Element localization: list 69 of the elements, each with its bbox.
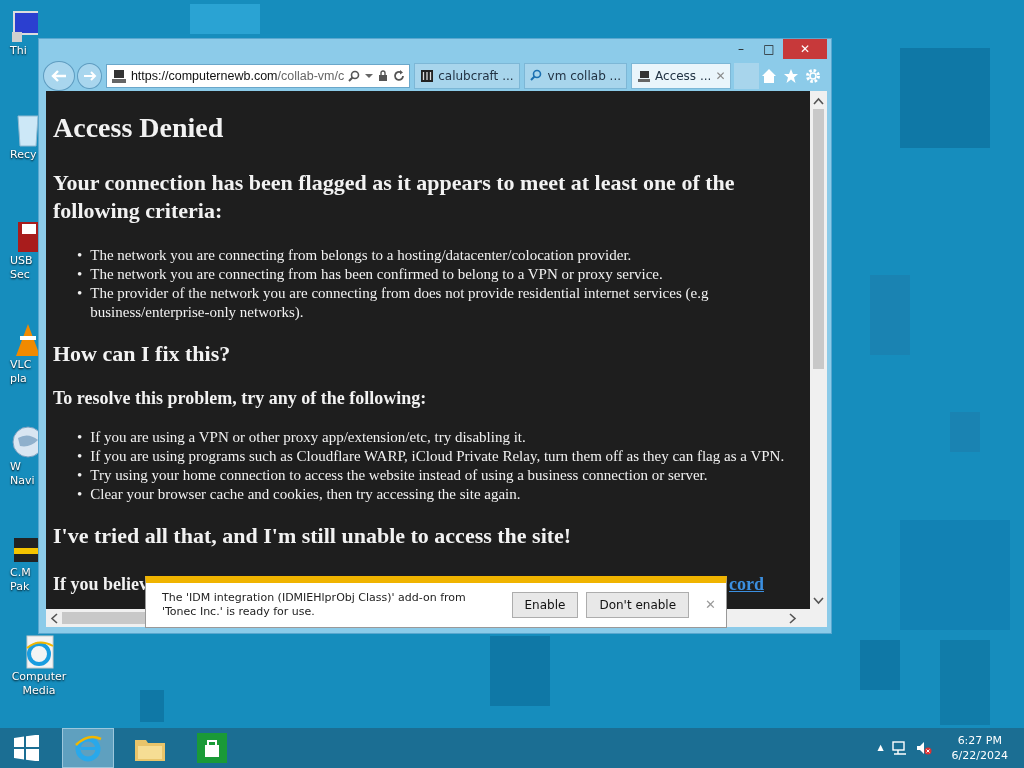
computer-icon[interactable]: [10, 8, 38, 44]
search-icon: [529, 69, 544, 83]
browser-tab[interactable]: vm collab ...: [523, 63, 628, 89]
minimize-button[interactable]: –: [727, 39, 755, 59]
caret-icon[interactable]: [365, 73, 374, 79]
list-item-text: If you are using a VPN or other proxy app/extension/etc, try disabling it.: [90, 427, 526, 447]
store-icon: [197, 733, 227, 763]
clock[interactable]: 6:27 PM 6/22/2024: [951, 733, 1008, 763]
icon-label[interactable]: Navi: [10, 474, 35, 488]
forward-arrow-icon: [82, 70, 97, 82]
enable-button[interactable]: Enable: [511, 592, 579, 618]
windows-logo-icon: [13, 735, 39, 761]
section-heading: How can I fix this?: [53, 339, 232, 368]
network-icon[interactable]: [891, 741, 908, 755]
star-icon[interactable]: [783, 68, 799, 84]
list-item-text: Clear your browser cache and cookies, then try accessing the site again.: [90, 484, 521, 504]
maximize-button[interactable]: □: [755, 39, 783, 59]
dont-enable-button[interactable]: Don't enable: [586, 592, 690, 618]
icon-label[interactable]: Media: [22, 684, 56, 698]
scrollbar-thumb[interactable]: [813, 109, 824, 369]
icon-label[interactable]: C.M: [10, 566, 31, 580]
address-bar[interactable]: https://computernewb.com/collab-vm/c: [105, 64, 411, 88]
list-item-text: The network you are connecting from belongs to a hosting/datacenter/colocation provider.: [90, 245, 632, 265]
close-tab-icon[interactable]: ✕: [715, 67, 726, 85]
back-button[interactable]: [43, 61, 76, 91]
browser-tab[interactable]: calubcraft ...: [414, 63, 520, 89]
close-button[interactable]: ✕: [783, 39, 827, 59]
icon-label[interactable]: VLC: [10, 358, 32, 372]
section-heading: Your connection has been flagged as it appears to meet at least one of the following criteria:: [53, 168, 736, 226]
list-item-text: The provider of the network you are connecting from does not provide residential internet services (e.g business/enterprise-only networks).: [90, 283, 710, 322]
icon-label[interactable]: Thi: [10, 44, 27, 58]
ie-icon: [73, 733, 103, 763]
lock-icon[interactable]: [378, 70, 389, 82]
close-button[interactable]: ✕: [705, 595, 716, 615]
computer-icon: [637, 69, 652, 83]
back-arrow-icon: [50, 69, 69, 83]
bullet: •: [77, 264, 83, 284]
bullet: •: [77, 427, 83, 447]
notification-message: The 'IDM integration (IDMIEHlprObj Class)' add-on from 'Tonec Inc.' is ready for use.: [162, 591, 467, 619]
subheading: To resolve this problem, try any of the following:: [53, 388, 428, 410]
bullet: •: [77, 283, 83, 303]
bullet: •: [77, 484, 83, 504]
icon-label[interactable]: W: [10, 460, 21, 474]
link[interactable]: cord: [729, 570, 764, 598]
vertical-scrollbar[interactable]: [810, 91, 827, 609]
browser-tab[interactable]: Access ... ✕: [631, 63, 732, 89]
icon-label[interactable]: Recy: [10, 148, 37, 162]
refresh-icon[interactable]: [393, 70, 406, 82]
icon-label[interactable]: pla: [10, 372, 27, 386]
columns-icon: [420, 69, 435, 83]
icon-label[interactable]: USB: [10, 254, 33, 268]
bullet: •: [77, 446, 83, 466]
list-item-text: Try using your home connection to access the website instead of using a business connection or server.: [90, 465, 708, 485]
icon-label[interactable]: Sec: [10, 268, 30, 282]
paragraph-text: If you believ: [53, 572, 148, 596]
computer-icon: [110, 68, 127, 84]
bullet: •: [77, 465, 83, 485]
list-item-text: If you are using programs such as Cloudflare WARP, iCloud Private Relay, turn them off as they can flag as a VPN.: [90, 446, 785, 466]
icon-label[interactable]: Computer: [11, 670, 67, 684]
url-text[interactable]: https://computernewb.com/collab-vm/c: [130, 66, 345, 86]
section-heading: I've tried all that, and I'm still unable to access the site!: [53, 521, 573, 550]
search-icon[interactable]: [348, 70, 361, 82]
forward-button[interactable]: [77, 63, 102, 89]
page-title: Access Denied: [53, 111, 225, 145]
icon-label[interactable]: Pak: [10, 580, 30, 594]
muted-speaker-icon[interactable]: [915, 741, 932, 755]
list-item-text: The network you are connecting from has been confirmed to belong to a VPN or proxy service.: [90, 264, 663, 284]
show-hidden-icons-button[interactable]: ▲: [877, 742, 884, 754]
bullet: •: [77, 245, 83, 265]
